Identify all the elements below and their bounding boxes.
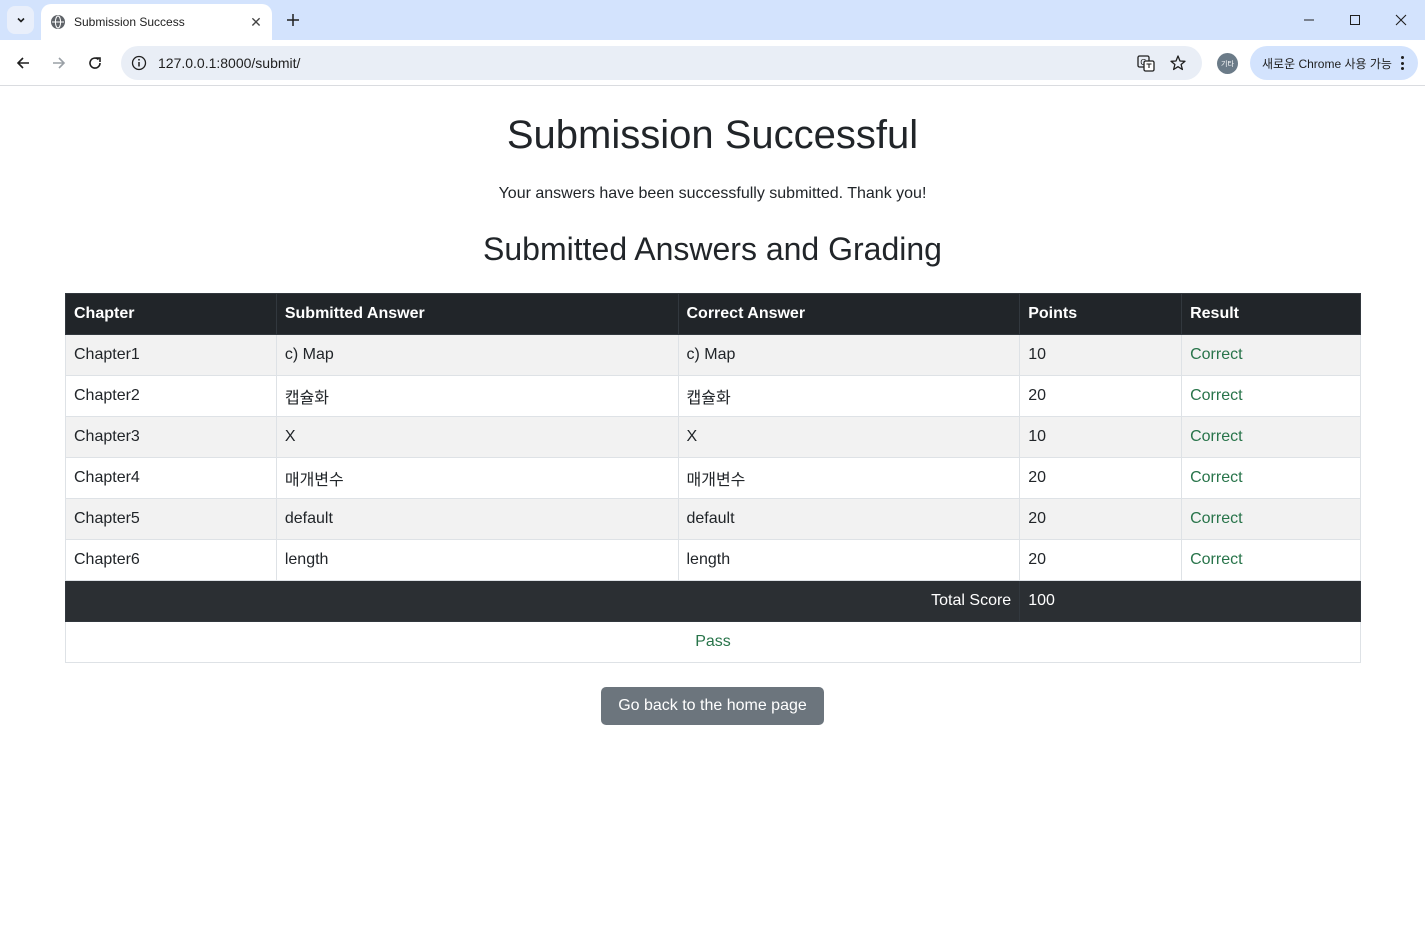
table-row: Chapter1 c) Map c) Map 10 Correct bbox=[65, 334, 1361, 376]
back-arrow-icon[interactable] bbox=[8, 48, 38, 78]
total-score-row: Total Score 100 bbox=[64, 580, 1361, 622]
new-tab-icon[interactable] bbox=[282, 9, 304, 31]
cell-result: Correct bbox=[1181, 334, 1361, 376]
cell-submitted-answer: length bbox=[275, 539, 679, 581]
reload-icon[interactable] bbox=[80, 48, 110, 78]
table-row: Chapter3 X X 10 Correct bbox=[65, 416, 1361, 458]
cell-result: Correct bbox=[1181, 498, 1361, 540]
cell-submitted-answer: 매개변수 bbox=[275, 457, 679, 499]
header-correct-answer: Correct Answer bbox=[677, 293, 1021, 335]
more-menu-icon[interactable] bbox=[1394, 55, 1410, 71]
cell-correct-answer: X bbox=[677, 416, 1021, 458]
cell-result: Correct bbox=[1181, 539, 1361, 581]
page-title: Submission Successful bbox=[506, 113, 919, 157]
forward-arrow-icon[interactable] bbox=[44, 48, 74, 78]
cell-correct-answer: default bbox=[677, 498, 1021, 540]
table-row: Chapter6 length length 20 Correct bbox=[65, 539, 1361, 581]
cell-correct-answer: length bbox=[677, 539, 1021, 581]
table-header-row: Chapter Submitted Answer Correct Answer … bbox=[65, 293, 1361, 335]
cell-points: 20 bbox=[1019, 498, 1183, 540]
site-info-icon[interactable] bbox=[130, 54, 148, 72]
table-row: Chapter4 매개변수 매개변수 20 Correct bbox=[65, 457, 1361, 499]
cell-points: 10 bbox=[1019, 416, 1183, 458]
cell-chapter: Chapter2 bbox=[65, 375, 277, 417]
cell-correct-answer: 캡슐화 bbox=[677, 375, 1021, 417]
home-page-button[interactable]: Go back to the home page bbox=[601, 687, 824, 725]
minimize-icon[interactable] bbox=[1286, 0, 1332, 40]
translate-icon[interactable]: G bbox=[1135, 52, 1157, 74]
total-score-label: Total Score bbox=[64, 580, 1021, 622]
cell-points: 20 bbox=[1019, 457, 1183, 499]
tab-title: Submission Success bbox=[74, 15, 185, 29]
globe-icon bbox=[51, 15, 65, 29]
table-row: Chapter5 default default 20 Correct bbox=[65, 498, 1361, 540]
grading-table: Chapter Submitted Answer Correct Answer … bbox=[64, 293, 1361, 663]
cell-correct-answer: c) Map bbox=[677, 334, 1021, 376]
cell-submitted-answer: default bbox=[275, 498, 679, 540]
cell-submitted-answer: 캡슐화 bbox=[275, 375, 679, 417]
chevron-down-icon bbox=[16, 17, 25, 23]
header-result: Result bbox=[1181, 293, 1361, 335]
bookmark-star-icon[interactable] bbox=[1167, 52, 1189, 74]
chrome-update-button[interactable]: 새로운 Chrome 사용 가능 bbox=[1250, 46, 1418, 80]
tab-close-icon[interactable]: ✕ bbox=[246, 12, 266, 32]
header-submitted-answer: Submitted Answer bbox=[275, 293, 679, 335]
browser-toolbar: 127.0.0.1:8000/submit/ G 기타 새로운 Chrome 사… bbox=[0, 40, 1425, 86]
cell-chapter: Chapter4 bbox=[65, 457, 277, 499]
cell-chapter: Chapter1 bbox=[65, 334, 277, 376]
cell-result: Correct bbox=[1181, 416, 1361, 458]
success-message: Your answers have been successfully subm… bbox=[498, 185, 927, 202]
cell-points: 20 bbox=[1019, 539, 1183, 581]
browser-tab-strip: Submission Success ✕ bbox=[0, 0, 1425, 40]
cell-result: Correct bbox=[1181, 375, 1361, 417]
cell-submitted-answer: c) Map bbox=[275, 334, 679, 376]
cell-points: 20 bbox=[1019, 375, 1183, 417]
update-label: 새로운 Chrome 사용 가능 bbox=[1262, 56, 1392, 71]
cell-points: 10 bbox=[1019, 334, 1183, 376]
url-text[interactable]: 127.0.0.1:8000/submit/ bbox=[158, 55, 300, 71]
address-bar[interactable]: 127.0.0.1:8000/submit/ G bbox=[121, 46, 1202, 80]
cell-chapter: Chapter6 bbox=[65, 539, 277, 581]
cell-correct-answer: 매개변수 bbox=[677, 457, 1021, 499]
header-points: Points bbox=[1019, 293, 1183, 335]
table-row: Chapter2 캡슐화 캡슐화 20 Correct bbox=[65, 375, 1361, 417]
page-content: Submission Successful Your answers have … bbox=[0, 87, 1425, 952]
total-score-value: 100 bbox=[1019, 580, 1361, 622]
cell-chapter: Chapter5 bbox=[65, 498, 277, 540]
tab-search-button[interactable] bbox=[7, 6, 34, 34]
profile-avatar[interactable]: 기타 bbox=[1217, 53, 1238, 74]
section-title: Submitted Answers and Grading bbox=[483, 231, 942, 267]
header-chapter: Chapter bbox=[65, 293, 277, 335]
cell-submitted-answer: X bbox=[275, 416, 679, 458]
cell-result: Correct bbox=[1181, 457, 1361, 499]
browser-tab-active[interactable]: Submission Success ✕ bbox=[41, 4, 272, 40]
maximize-icon[interactable] bbox=[1332, 0, 1378, 40]
pass-status: Pass bbox=[65, 621, 1361, 663]
close-window-icon[interactable] bbox=[1378, 0, 1424, 40]
pass-status-row: Pass bbox=[65, 621, 1361, 663]
cell-chapter: Chapter3 bbox=[65, 416, 277, 458]
